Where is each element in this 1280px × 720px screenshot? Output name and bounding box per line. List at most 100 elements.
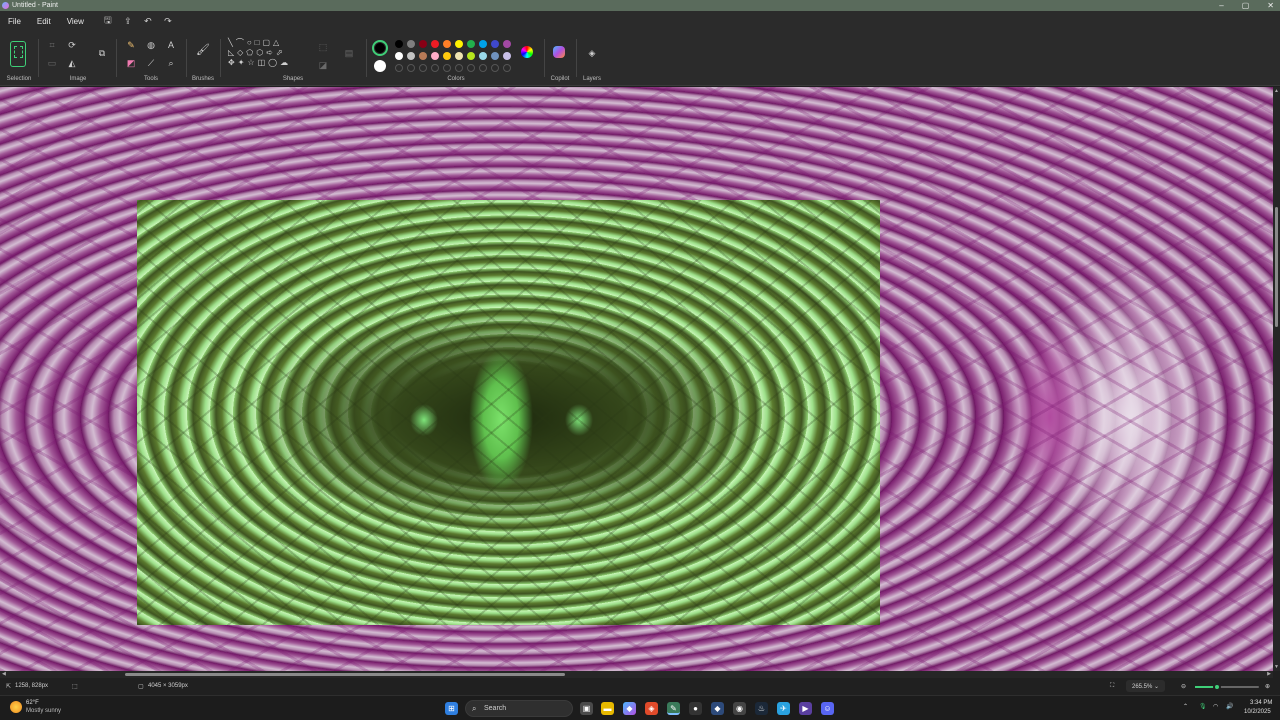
shape-fill-icon[interactable]: ◪	[316, 58, 330, 72]
text-icon[interactable]: A	[164, 38, 178, 52]
weather-icon[interactable]	[10, 701, 22, 713]
custom-color-slot[interactable]	[467, 64, 475, 72]
color-swatch[interactable]	[407, 40, 415, 48]
zoom-slider-thumb[interactable]	[1212, 683, 1221, 691]
color-swatch[interactable]	[407, 52, 415, 60]
color-swatch[interactable]	[431, 52, 439, 60]
scroll-right-icon[interactable]: ▶	[1267, 671, 1271, 678]
custom-color-slot[interactable]	[395, 64, 403, 72]
app-icon-blue[interactable]: ✈	[777, 702, 790, 715]
shapes-gallery[interactable]: ╲⌒○□▢△ ◺◇⬠⬡➪⬀ ✥✦☆◫◯☁	[228, 38, 308, 68]
color-swatch[interactable]	[479, 40, 487, 48]
color-swatch[interactable]	[491, 52, 499, 60]
fit-to-window-icon[interactable]: ⛶	[1110, 683, 1114, 690]
minimize-button[interactable]: –	[1219, 0, 1223, 11]
pencil-icon[interactable]: ✎	[124, 38, 138, 52]
eraser-icon[interactable]: ◩	[124, 56, 138, 70]
pasted-image-selection[interactable]	[137, 200, 880, 625]
scroll-left-icon[interactable]: ◀	[2, 671, 6, 678]
secondary-color-swatch[interactable]	[374, 60, 386, 72]
color-swatch[interactable]	[431, 40, 439, 48]
copilot-taskbar-icon[interactable]: ◆	[623, 702, 636, 715]
volume-icon[interactable]: 🔊	[1226, 703, 1233, 710]
weather-desc[interactable]: Mostly sunny	[26, 708, 61, 714]
color-swatch[interactable]	[503, 52, 511, 60]
wifi-icon[interactable]: ◠	[1213, 703, 1218, 710]
zoom-in-icon[interactable]: ⊕	[1265, 683, 1270, 690]
menu-view[interactable]: View	[59, 17, 92, 26]
custom-color-slot[interactable]	[419, 64, 427, 72]
menu-file[interactable]: File	[0, 17, 29, 26]
undo-icon[interactable]: ↶	[138, 16, 158, 27]
scroll-down-icon[interactable]: ▼	[1273, 664, 1280, 670]
custom-color-slot[interactable]	[443, 64, 451, 72]
tray-chevron-icon[interactable]: ⌃	[1183, 703, 1188, 710]
redo-icon[interactable]: ↷	[158, 16, 178, 27]
image-select-icon[interactable]: ⧉	[95, 46, 109, 60]
selection-tool-icon[interactable]	[10, 41, 26, 67]
color-swatch[interactable]	[455, 52, 463, 60]
flip-icon[interactable]: ◭	[65, 56, 79, 70]
vertical-scrollbar[interactable]: ▲ ▼	[1273, 87, 1280, 671]
color-swatch[interactable]	[395, 40, 403, 48]
layers-icon[interactable]: ◈	[585, 46, 599, 60]
custom-color-slot[interactable]	[407, 64, 415, 72]
app-icon-generic[interactable]: ●	[689, 702, 702, 715]
start-icon[interactable]: ⊞	[445, 702, 458, 715]
custom-color-slot[interactable]	[491, 64, 499, 72]
color-swatch[interactable]	[419, 40, 427, 48]
weather-temp[interactable]: 62°F	[26, 700, 39, 706]
color-swatch[interactable]	[395, 52, 403, 60]
vertical-scroll-thumb[interactable]	[1275, 207, 1278, 327]
canvas-area[interactable]	[0, 87, 1273, 671]
color-swatch[interactable]	[443, 40, 451, 48]
taskbar-search[interactable]: ⌕ Search	[465, 700, 573, 717]
save-icon[interactable]: 🖫	[98, 13, 118, 29]
color-swatch[interactable]	[455, 40, 463, 48]
custom-color-slot[interactable]	[503, 64, 511, 72]
edit-colors-icon[interactable]	[521, 46, 533, 58]
custom-color-slot[interactable]	[455, 64, 463, 72]
color-swatch[interactable]	[491, 40, 499, 48]
clock-time[interactable]: 3:34 PM	[1250, 700, 1272, 706]
paint-taskbar-icon[interactable]: ✎	[667, 702, 680, 715]
discord-icon[interactable]: ☺	[821, 702, 834, 715]
brave-browser-icon[interactable]: ◈	[645, 702, 658, 715]
zoom-select[interactable]: 265.5% ⌄	[1126, 680, 1166, 692]
vpn-icon[interactable]: ◆	[711, 702, 724, 715]
color-swatch[interactable]	[479, 52, 487, 60]
close-button[interactable]: ✕	[1267, 0, 1274, 11]
horizontal-scrollbar[interactable]: ◀ ▶	[0, 671, 1273, 678]
microphone-icon[interactable]: 🎙	[1199, 703, 1207, 710]
custom-color-slot[interactable]	[431, 64, 439, 72]
scroll-up-icon[interactable]: ▲	[1273, 88, 1280, 94]
app-icon-purple[interactable]: ▶	[799, 702, 812, 715]
task-view-icon[interactable]: ▣	[580, 702, 593, 715]
color-swatch[interactable]	[443, 52, 451, 60]
color-swatch[interactable]	[503, 40, 511, 48]
share-icon[interactable]: ⇪	[118, 16, 138, 27]
zoom-slider[interactable]	[1195, 683, 1259, 691]
menu-edit[interactable]: Edit	[29, 17, 59, 26]
maximize-button[interactable]: ▢	[1242, 0, 1250, 11]
resize-icon[interactable]: ▭	[45, 56, 59, 70]
primary-color-swatch[interactable]	[372, 40, 388, 56]
color-swatch[interactable]	[467, 40, 475, 48]
chrome-icon[interactable]: ◉	[733, 702, 746, 715]
steam-icon[interactable]: ♨	[755, 702, 768, 715]
brush-icon[interactable]: 🖌	[196, 43, 210, 57]
outline-icon[interactable]: ⬚	[316, 40, 330, 54]
clock-date[interactable]: 10/2/2025	[1244, 709, 1271, 715]
fill-icon[interactable]: ◍	[144, 38, 158, 52]
copilot-icon[interactable]	[553, 46, 565, 58]
zoom-out-icon[interactable]: ⊖	[1181, 683, 1186, 690]
rotate-icon[interactable]: ⟳	[65, 38, 79, 52]
file-explorer-icon[interactable]: ▬	[601, 702, 614, 715]
crop-icon[interactable]: ⌗	[45, 38, 59, 52]
custom-color-slot[interactable]	[479, 64, 487, 72]
magnifier-icon[interactable]: ⌕	[164, 56, 178, 70]
color-picker-icon[interactable]: ⟋	[144, 56, 158, 70]
horizontal-scroll-thumb[interactable]	[125, 673, 565, 676]
color-swatch[interactable]	[419, 52, 427, 60]
color-swatch[interactable]	[467, 52, 475, 60]
